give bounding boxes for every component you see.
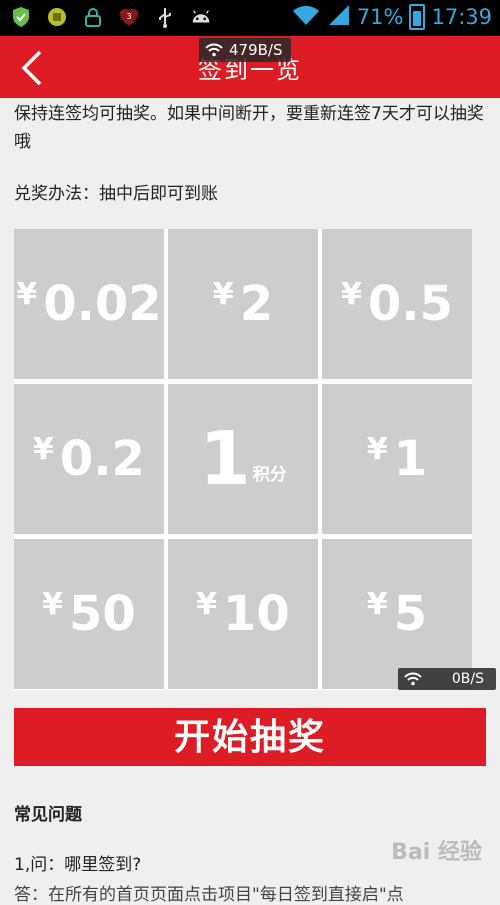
start-draw-button[interactable]: 开始抽奖	[14, 708, 486, 766]
puzzle-icon	[46, 6, 68, 28]
wifi-icon	[205, 43, 223, 57]
prize-cell: ¥0.02	[14, 229, 164, 379]
prize-amount: 0.5	[367, 276, 453, 332]
prize-amount: 1	[199, 416, 251, 502]
android-icon	[190, 6, 212, 28]
lottery-rule-text: 保持连签均可抽奖。如果中间断开，要重新连签7天才可以抽奖哦	[14, 104, 484, 152]
watermark: Bai 经验	[391, 840, 482, 865]
network-speed-value: 0B/S	[451, 671, 484, 687]
prize-cell: ¥5	[322, 539, 472, 689]
prize-cell: ¥0.5	[322, 229, 472, 379]
wifi-icon	[291, 4, 321, 30]
prize-amount: 2	[239, 276, 274, 332]
prize-amount: 1	[393, 431, 428, 487]
currency-symbol: ¥	[42, 586, 64, 622]
prize-amount: 5	[393, 586, 428, 642]
notification-icons: 3	[10, 6, 212, 28]
currency-symbol: ¥	[196, 586, 218, 622]
currency-symbol: ¥	[341, 276, 362, 312]
faq-question: 1,问：哪里签到?	[14, 855, 142, 875]
prize-cell: ¥2	[168, 229, 318, 379]
network-speed-value: 479B/S	[229, 41, 283, 59]
prize-amount: 50	[69, 586, 136, 642]
prize-cell: ¥1	[322, 384, 472, 534]
signal-icon	[327, 4, 351, 30]
currency-symbol: ¥	[212, 276, 234, 312]
faq-answer: 答：在所有的首页页面点击项目"每日签到直接启"点	[14, 885, 404, 905]
prize-cell: ¥50	[14, 539, 164, 689]
wifi-icon	[404, 672, 422, 686]
status-bar: 3 71% 17:39	[0, 0, 500, 36]
prize-cell: ¥0.2	[14, 384, 164, 534]
badge-icon: 3	[118, 6, 140, 28]
network-speed-overlay: 479B/S	[199, 38, 291, 62]
currency-symbol: ¥	[366, 431, 388, 467]
points-unit: 积分	[252, 464, 287, 485]
prize-amount: 0.2	[59, 431, 145, 487]
prize-grid: ¥0.02 ¥2 ¥0.5 ¥0.2 1 积分 ¥1 ¥50 ¥10 ¥5	[14, 229, 472, 690]
prize-cell: ¥10	[168, 539, 318, 689]
usb-icon	[154, 6, 176, 28]
prize-cell-points: 1 积分	[168, 384, 318, 534]
battery-icon	[409, 4, 426, 30]
clock-time: 17:39	[431, 5, 492, 29]
faq-title: 常见问题	[14, 805, 82, 825]
prize-amount: 10	[223, 586, 290, 642]
currency-symbol: ¥	[366, 586, 388, 622]
redeem-method-text: 兑奖办法：抽中后即可到账	[14, 184, 218, 204]
battery-percent: 71%	[356, 5, 404, 29]
currency-symbol: ¥	[33, 431, 54, 467]
network-speed-overlay-bottom: 0B/S	[398, 668, 496, 690]
system-indicators: 71% 17:39	[291, 4, 492, 30]
currency-symbol: ¥	[16, 276, 38, 312]
lock-icon	[82, 6, 104, 28]
shield-icon	[10, 6, 32, 28]
prize-amount: 0.02	[43, 276, 162, 332]
title-bar: 签到一览 479B/S	[0, 36, 500, 98]
badge-count: 3	[126, 12, 131, 21]
